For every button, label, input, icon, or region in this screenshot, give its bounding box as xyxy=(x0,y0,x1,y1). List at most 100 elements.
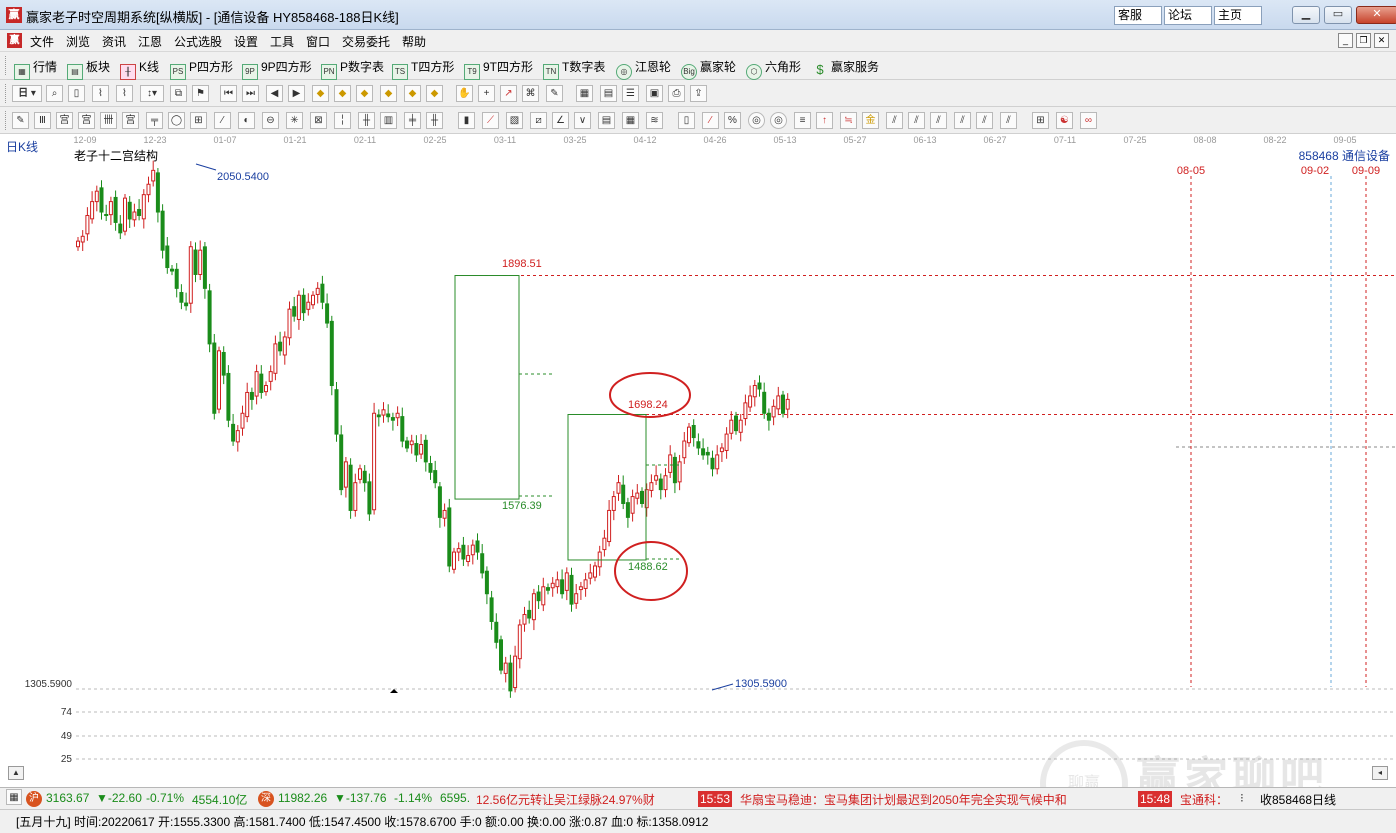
menu-info[interactable]: 资讯 xyxy=(102,33,126,50)
mdi-minimize-button[interactable]: _ xyxy=(1338,33,1353,48)
vlines-icon[interactable]: Ⅲ xyxy=(34,112,51,129)
cursor-dropdown-icon[interactable]: ↕▾ xyxy=(140,85,164,102)
period-label[interactable]: 日K线 xyxy=(6,138,38,155)
fan5-icon[interactable]: ⫽ xyxy=(954,112,971,129)
fan4-icon[interactable]: ⫽ xyxy=(930,112,947,129)
star-icon[interactable]: ✳ xyxy=(286,112,303,129)
toolbar-winner-wheel[interactable]: Big 赢家轮 xyxy=(681,58,736,80)
box2-icon[interactable]: ⧄ xyxy=(530,112,547,129)
table-icon[interactable]: ▤ xyxy=(600,85,617,102)
trend-icon[interactable]: ↗ xyxy=(500,85,517,102)
menu-trade[interactable]: 交易委托 xyxy=(342,33,390,50)
toolbar-p-square[interactable]: PS P四方形 xyxy=(170,58,233,80)
fan-lines-icon[interactable]: ⟋ xyxy=(482,112,499,129)
angle-icon[interactable]: ∠ xyxy=(552,112,569,129)
app-menu-icon[interactable]: 赢 xyxy=(7,33,22,48)
gold-icon[interactable]: 金 xyxy=(862,112,879,129)
toolbar-kline[interactable]: ╫ K线 xyxy=(120,58,159,80)
menu-help[interactable]: 帮助 xyxy=(402,33,426,50)
channel-icon[interactable]: ▤ xyxy=(598,112,615,129)
square-grid-icon[interactable]: ⊠ xyxy=(310,112,327,129)
menu-file[interactable]: 文件 xyxy=(30,33,54,50)
scroll-up-button[interactable]: ▲ xyxy=(8,766,24,780)
time-grid-icon[interactable]: ⊞ xyxy=(190,112,207,129)
zoom-chart-icon[interactable]: ⌕ xyxy=(46,85,63,102)
menu-browse[interactable]: 浏览 xyxy=(66,33,90,50)
wave-icon[interactable]: ∨ xyxy=(574,112,591,129)
fan-icon[interactable]: ⁄ xyxy=(214,112,231,129)
fan6-icon[interactable]: ⫽ xyxy=(976,112,993,129)
period-lines4-icon[interactable]: ╪ xyxy=(404,112,421,129)
grid2-icon[interactable]: ▦ xyxy=(622,112,639,129)
tag-icon[interactable]: ⌘ xyxy=(522,85,539,102)
period-lines5-icon[interactable]: ╫ xyxy=(426,112,443,129)
export-icon[interactable]: ⇪ xyxy=(690,85,707,102)
comb-icon[interactable]: 卌 xyxy=(100,112,117,129)
page-icon[interactable]: ▯ xyxy=(68,85,85,102)
prev-icon[interactable]: ◀ xyxy=(266,85,283,102)
next-icon[interactable]: ▶ xyxy=(288,85,305,102)
toolbar-quotes[interactable]: ▦ 行情 xyxy=(14,58,57,80)
menu-formula[interactable]: 公式选股 xyxy=(174,33,222,50)
fan2-icon[interactable]: ⫽ xyxy=(886,112,903,129)
toolbar-hexagon[interactable]: ⬡ 六角形 xyxy=(746,58,801,80)
compare-icon[interactable]: ⧉ xyxy=(170,85,187,102)
indicator-label[interactable]: 老子十二宫结构 xyxy=(74,147,158,164)
diamond3-icon[interactable]: ◆ xyxy=(356,85,373,102)
mdi-restore-button[interactable]: ❐ xyxy=(1356,33,1371,48)
save-icon[interactable]: ▣ xyxy=(646,85,663,102)
coin2-icon[interactable]: ◎ xyxy=(770,112,787,129)
toolbar-sectors[interactable]: ▤ 板块 xyxy=(67,58,110,80)
toolbar-p-number-table[interactable]: PN P数字表 xyxy=(321,58,384,80)
list-icon[interactable]: ☰ xyxy=(622,85,639,102)
last-icon[interactable]: ⏭ xyxy=(242,85,259,102)
period-lines3-icon[interactable]: ▥ xyxy=(380,112,397,129)
news-ticker-2[interactable]: 华扇宝马稳迪：宝马集团计划最迟到2050年完全实现气候中和 xyxy=(740,791,1067,808)
drawing-icon[interactable]: ✎ xyxy=(546,85,563,102)
bars-icon[interactable]: ▮ xyxy=(458,112,475,129)
menu-settings[interactable]: 设置 xyxy=(234,33,258,50)
toolbar-t-number-table[interactable]: TN T数字表 xyxy=(543,58,605,80)
box-icon[interactable]: ▧ xyxy=(506,112,523,129)
news-ticker-1[interactable]: 12.56亿元转让吴江绿脉24.97%财 xyxy=(476,791,655,808)
indicator2-icon[interactable]: ⌇ xyxy=(116,85,133,102)
menu-tools[interactable]: 工具 xyxy=(270,33,294,50)
percent-icon[interactable]: % xyxy=(724,112,741,129)
menu-gann[interactable]: 江恩 xyxy=(138,33,162,50)
toolbar-gann-wheel[interactable]: ◎ 江恩轮 xyxy=(616,58,671,80)
toolbar-t-square[interactable]: TS T四方形 xyxy=(392,58,454,80)
toolbar-winner-service[interactable]: $ 赢家服务 xyxy=(812,58,879,79)
coin-icon[interactable]: ◎ xyxy=(748,112,765,129)
service-link[interactable]: 客服 xyxy=(1114,6,1162,25)
parallel-icon[interactable]: ≋ xyxy=(646,112,663,129)
ruler-icon[interactable]: ▯ xyxy=(678,112,695,129)
home-link[interactable]: 主页 xyxy=(1214,6,1262,25)
mdi-close-button[interactable]: ✕ xyxy=(1374,33,1389,48)
calculator-icon[interactable]: ▦ xyxy=(6,789,22,805)
crosshair-icon[interactable]: + xyxy=(478,85,495,102)
diamond4-icon[interactable]: ◆ xyxy=(380,85,397,102)
hand-icon[interactable]: ✋ xyxy=(456,85,473,102)
print-icon[interactable]: ⎙ xyxy=(668,85,685,102)
fan7-icon[interactable]: ⫽ xyxy=(1000,112,1017,129)
table-grid-icon[interactable]: ⊞ xyxy=(1032,112,1049,129)
palace3-icon[interactable]: 宫 xyxy=(122,112,139,129)
kline-chart[interactable]: 12-09 12-23 01-07 01-21 02-11 02-25 03-11 03-25… xyxy=(0,134,1396,782)
calendar-icon[interactable]: ▦ xyxy=(576,85,593,102)
pen-icon[interactable]: ✎ xyxy=(12,112,29,129)
circle-icon[interactable]: ◯ xyxy=(168,112,185,129)
period-lines2-icon[interactable]: ╫ xyxy=(358,112,375,129)
toolbar-9p-square[interactable]: 9P 9P四方形 xyxy=(242,58,312,80)
period-selector[interactable]: 日 ▾ xyxy=(12,85,42,102)
diamond5-icon[interactable]: ◆ xyxy=(404,85,421,102)
period-lines-icon[interactable]: ╎ xyxy=(334,112,351,129)
palace-icon[interactable]: 宫 xyxy=(56,112,73,129)
news-ticker-3[interactable]: 宝通科： xyxy=(1180,791,1228,808)
diamond2-icon[interactable]: ◆ xyxy=(334,85,351,102)
toolbar-grip[interactable] xyxy=(5,84,8,103)
toolbar-grip[interactable] xyxy=(5,56,8,75)
close-button[interactable]: ✕ xyxy=(1356,6,1396,24)
fib-icon[interactable]: ≒ xyxy=(840,112,857,129)
infinity-icon[interactable]: ∞ xyxy=(1080,112,1097,129)
diamond1-icon[interactable]: ◆ xyxy=(312,85,329,102)
